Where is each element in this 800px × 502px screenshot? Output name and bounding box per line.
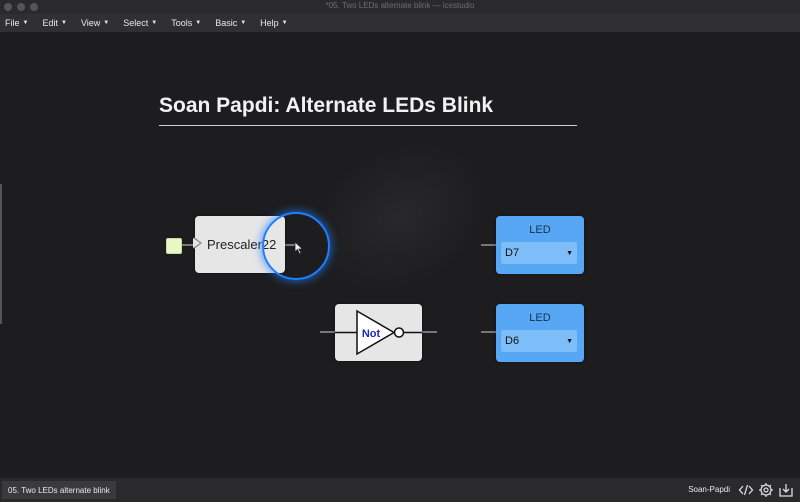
menu-basic-label: Basic — [215, 18, 238, 28]
project-name[interactable]: Soan-Papdi — [688, 485, 730, 494]
chevron-down-icon: ▼ — [281, 20, 288, 26]
window-title: *05. Two LEDs alternate blink — icestudi… — [325, 1, 475, 10]
chevron-down-icon: ▼ — [151, 20, 158, 26]
heading-underline — [159, 125, 577, 126]
menu-help-label: Help — [260, 18, 279, 28]
led-block-d6[interactable]: LED D6 ▼ — [496, 304, 584, 362]
input-port-pin[interactable] — [166, 238, 182, 254]
chevron-down-icon: ▼ — [60, 20, 67, 26]
wire-led-d7-in[interactable] — [481, 244, 496, 246]
led-block-d7[interactable]: LED D7 ▼ — [496, 216, 584, 274]
menu-file[interactable]: File ▼ — [0, 14, 35, 32]
wire-led-d6-in[interactable] — [481, 331, 496, 333]
led-pin-value: D7 — [505, 247, 520, 259]
code-icon[interactable] — [738, 482, 754, 498]
collection-gear-icon[interactable] — [758, 482, 774, 498]
menu-select-label: Select — [123, 18, 149, 28]
wire-not-in[interactable] — [320, 331, 335, 333]
menu-select[interactable]: Select ▼ — [116, 14, 164, 32]
menu-bar: File ▼ Edit ▼ View ▼ Select ▼ Tools ▼ Basic ▼ … — [0, 14, 800, 32]
export-icon[interactable] — [778, 482, 794, 498]
chevron-down-icon: ▼ — [195, 20, 202, 26]
menu-view-label: View — [80, 18, 101, 28]
mouse-pointer-icon — [294, 241, 304, 255]
menu-tools[interactable]: Tools ▼ — [164, 14, 208, 32]
file-tab[interactable]: 05. Two LEDs alternate blink — [2, 481, 116, 499]
led-title: LED — [529, 312, 551, 324]
left-panel-edge — [0, 184, 2, 324]
led-pin-select[interactable]: D7 ▼ — [501, 242, 577, 264]
not-gate-symbol-icon: Not — [335, 309, 422, 356]
design-canvas[interactable]: Soan Papdi: Alternate LEDs Blink Prescal… — [0, 32, 800, 478]
menu-help[interactable]: Help ▼ — [253, 14, 294, 32]
clock-input-arrow-icon — [193, 237, 202, 249]
menu-tools-label: Tools — [171, 18, 193, 28]
menu-edit-label: Edit — [42, 18, 58, 28]
bottom-bar: 05. Two LEDs alternate blink Soan-Papdi — [0, 478, 800, 502]
chevron-down-icon: ▼ — [22, 20, 29, 26]
menu-basic[interactable]: Basic ▼ — [208, 14, 253, 32]
not-gate-label: Not — [362, 328, 381, 340]
chevron-down-icon: ▼ — [240, 20, 247, 26]
led-title: LED — [529, 224, 551, 236]
chevron-down-icon: ▼ — [103, 20, 110, 26]
not-gate-block[interactable]: Not — [335, 304, 422, 361]
led-pin-value: D6 — [505, 335, 520, 347]
wire-not-out[interactable] — [422, 331, 437, 333]
window-titlebar: *05. Two LEDs alternate blink — icestudi… — [0, 0, 800, 14]
menu-view[interactable]: View ▼ — [74, 14, 116, 32]
dropdown-caret-icon: ▼ — [566, 249, 573, 257]
menu-edit[interactable]: Edit ▼ — [35, 14, 73, 32]
menu-file-label: File — [5, 18, 20, 28]
dropdown-caret-icon: ▼ — [566, 337, 573, 345]
led-pin-select[interactable]: D6 ▼ — [501, 330, 577, 352]
